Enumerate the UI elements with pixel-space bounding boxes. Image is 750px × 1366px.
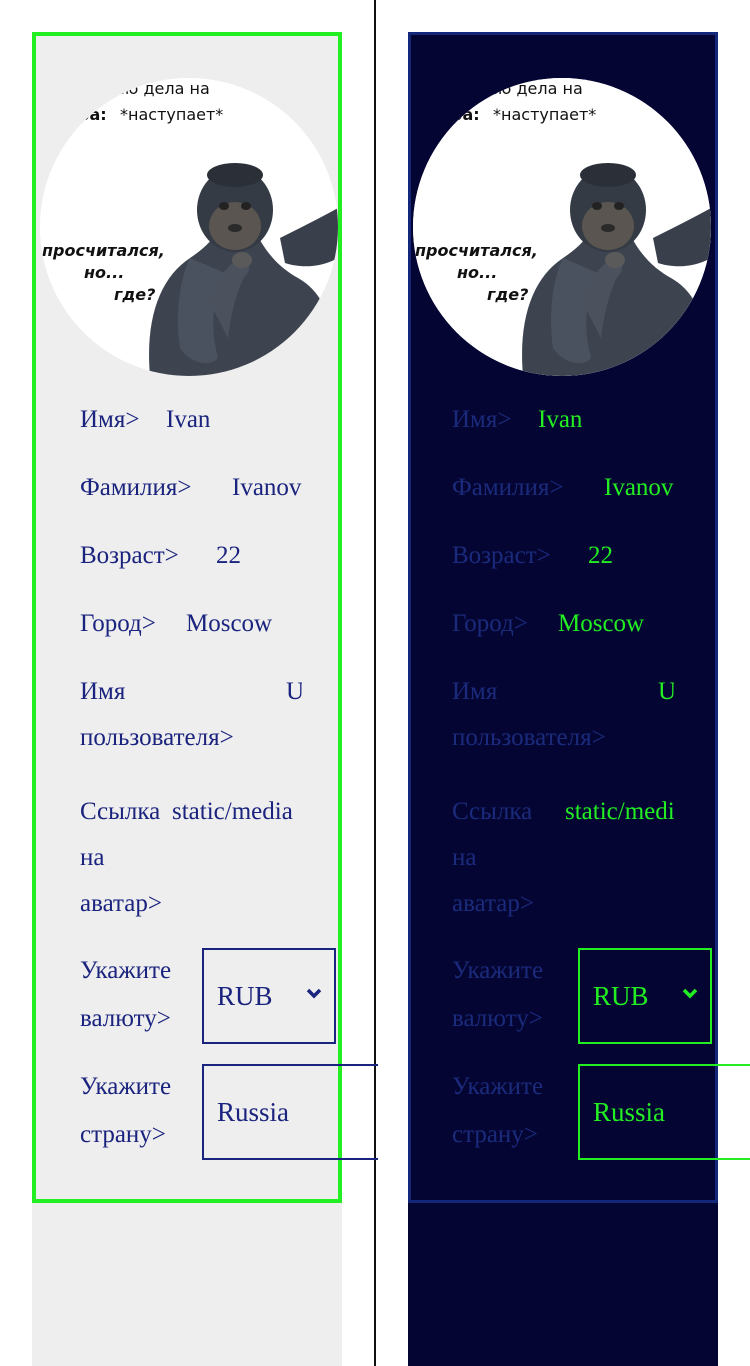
country-label: Укажите страну> xyxy=(80,1070,171,1152)
profile-card-light: дываю дела на ра: *наступает* просчиталс… xyxy=(32,32,342,1203)
avatar-link-value: static/media xyxy=(565,798,674,825)
age-label: Возраст> xyxy=(452,542,551,569)
name-value: Ivan xyxy=(538,406,583,433)
country-label-1: Укажите xyxy=(80,1073,172,1100)
country-input-value: Russia xyxy=(217,1097,290,1127)
city-label: Город> xyxy=(452,610,528,637)
name-label: Имя> xyxy=(452,406,512,433)
city-row: Город> Moscow xyxy=(80,608,302,640)
currency-label-2: валюту> xyxy=(452,1005,543,1032)
surname-value: Ivanov xyxy=(604,474,674,501)
avatar-link-label-3: аватар> xyxy=(80,890,162,917)
country-label-2: страну> xyxy=(80,1121,166,1148)
country-input-value: Russia xyxy=(593,1097,666,1127)
avatar-link-label-1: Ссылка xyxy=(452,798,533,825)
age-row: Возраст> 22 xyxy=(80,540,302,572)
meme-top-text-1: дываю дела на xyxy=(455,79,583,98)
meme-top-text-2-bold: ра: xyxy=(78,105,107,124)
meme-top-text-2: *наступает* xyxy=(120,105,223,124)
country-label: Укажите страну> xyxy=(452,1070,543,1152)
meme-bottom-text-1: просчитался, xyxy=(415,241,538,260)
currency-select-value: RUB xyxy=(217,981,273,1011)
username-row: Имя U пользователя> xyxy=(452,676,674,756)
city-label: Город> xyxy=(80,610,156,637)
currency-label: Укажите валюту> xyxy=(452,954,543,1036)
currency-select[interactable]: RUB xyxy=(202,948,336,1044)
username-label-2: пользователя> xyxy=(80,724,234,751)
meme-bottom-text-3: где? xyxy=(487,285,528,304)
name-row: Имя> Ivan xyxy=(80,404,302,436)
avatar-link-label-2: на xyxy=(80,844,105,871)
username-row: Имя U пользователя> xyxy=(80,676,302,756)
city-value: Moscow xyxy=(186,610,273,637)
meme-bottom-text-2: но... xyxy=(84,263,124,282)
city-row: Город> Moscow xyxy=(452,608,674,640)
avatar-link-label-3: аватар> xyxy=(452,890,534,917)
currency-label-2: валюту> xyxy=(80,1005,171,1032)
chevron-down-icon xyxy=(682,988,698,999)
username-label-1: Имя xyxy=(80,678,126,705)
country-label-1: Укажите xyxy=(452,1073,544,1100)
currency-select[interactable]: RUB xyxy=(578,948,712,1044)
name-value: Ivan xyxy=(166,406,211,433)
avatar-link-row: Ссылка static/media на аватар> xyxy=(452,796,674,920)
meme-top-text-1: дываю дела на xyxy=(82,79,210,98)
meme-top-text-2: *наступает* xyxy=(493,105,596,124)
age-value: 22 xyxy=(216,542,241,569)
surname-row: Фамилия> Ivanov xyxy=(80,472,302,504)
city-value: Moscow xyxy=(558,610,645,637)
avatar-link-label-1: Ссылка xyxy=(80,798,161,825)
currency-label-1: Укажите xyxy=(80,957,172,984)
country-label-2: страну> xyxy=(452,1121,538,1148)
meme-bottom-text-3: где? xyxy=(114,285,155,304)
meme-bottom-text-2: но... xyxy=(457,263,497,282)
chevron-down-icon xyxy=(306,988,322,999)
surname-label: Фамилия> xyxy=(80,474,192,501)
meme-bottom-text-1: просчитался, xyxy=(42,241,165,260)
monkey-meme-image: дываю дела на ра: *наступает* просчиталс… xyxy=(40,78,338,376)
surname-value: Ivanov xyxy=(232,474,302,501)
currency-label-1: Укажите xyxy=(452,957,544,984)
country-input[interactable]: Russia xyxy=(578,1064,750,1160)
country-input[interactable]: Russia xyxy=(202,1064,378,1160)
name-row: Имя> Ivan xyxy=(452,404,674,436)
meme-top-text-2-bold: ра: xyxy=(451,105,480,124)
currency-label: Укажите валюту> xyxy=(80,954,171,1036)
name-label: Имя> xyxy=(80,406,140,433)
vertical-divider xyxy=(374,0,376,1366)
username-label-2: пользователя> xyxy=(452,724,606,751)
avatar-link-value: static/media xyxy=(172,798,293,825)
avatar: дываю дела на ра: *наступает* просчиталс… xyxy=(413,78,711,376)
profile-card-dark: дываю дела на ра: *наступает* просчиталс… xyxy=(408,32,718,1203)
age-row: Возраст> 22 xyxy=(452,540,674,572)
surname-row: Фамилия> Ivanov xyxy=(452,472,674,504)
username-label-1: Имя xyxy=(452,678,498,705)
username-value: U xyxy=(658,678,674,705)
currency-select-value: RUB xyxy=(593,981,649,1011)
username-value: U xyxy=(286,678,302,705)
monkey-meme-image: дываю дела на ра: *наступает* просчиталс… xyxy=(413,78,711,376)
avatar: дываю дела на ра: *наступает* просчиталс… xyxy=(40,78,338,376)
avatar-link-label-2: на xyxy=(452,844,477,871)
surname-label: Фамилия> xyxy=(452,474,564,501)
avatar-link-row: Ссылка static/media на аватар> xyxy=(80,796,302,920)
age-value: 22 xyxy=(588,542,613,569)
age-label: Возраст> xyxy=(80,542,179,569)
